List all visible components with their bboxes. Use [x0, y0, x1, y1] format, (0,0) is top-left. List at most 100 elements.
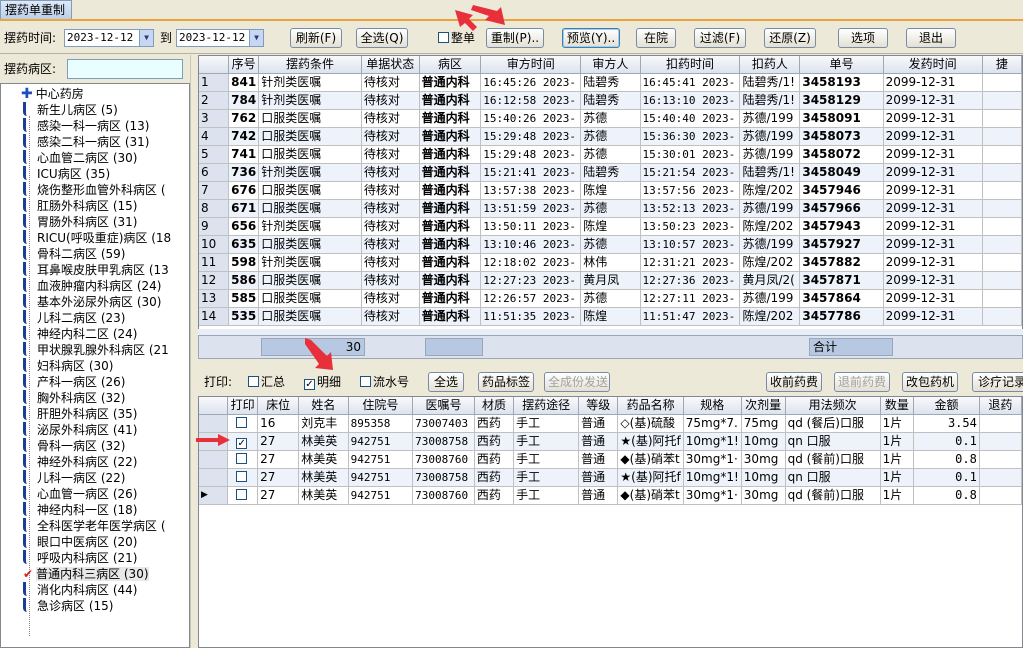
table-cell[interactable]: 2099-12-31 [883, 181, 983, 200]
table-cell[interactable]: 普通内科 [419, 307, 482, 326]
row-number[interactable]: 14 [199, 307, 230, 326]
table-cell[interactable]: 27 [257, 468, 300, 487]
column-header[interactable]: 药品名称 [617, 397, 684, 415]
row-number[interactable]: 13 [199, 289, 230, 308]
table-cell[interactable]: 13:51:59 2023- [480, 199, 582, 218]
table-cell[interactable]: 西药 [474, 450, 515, 469]
column-header[interactable]: 金额 [913, 397, 980, 415]
table-cell[interactable]: 13:57:56 2023- [640, 181, 741, 200]
table-cell[interactable]: 27 [257, 486, 300, 505]
table-row[interactable]: 4 742 口服类医嘱 待核对 普通内科 15:29:48 2023- 苏德 15:36:30… [199, 127, 1022, 146]
table-cell[interactable]: ★(基)阿托f [617, 432, 684, 451]
ward-tree-item[interactable]: RICU(呼吸重症)病区 (18 [23, 230, 171, 246]
table-cell[interactable]: 30mg [741, 450, 786, 469]
row-number[interactable]: 1 [199, 73, 230, 92]
table-cell[interactable]: 1片 [880, 450, 915, 469]
table-cell[interactable]: 15:21:41 2023- [480, 163, 582, 182]
table-cell[interactable]: 针剂类医嘱 [258, 217, 362, 236]
detail-checkbox[interactable]: ✓ 明细 [304, 375, 341, 390]
table-cell[interactable]: 普通 [578, 486, 619, 505]
row-number[interactable]: 6 [199, 163, 230, 182]
row-number[interactable]: 3 [199, 109, 230, 128]
table-cell[interactable]: 942751 [348, 432, 414, 451]
ward-tree-item[interactable]: 儿科二病区 (23) [23, 310, 125, 326]
table-cell[interactable]: 3457946 [799, 181, 884, 200]
table-cell[interactable]: 西药 [474, 414, 515, 433]
table-cell[interactable]: 3457864 [799, 289, 884, 308]
table-cell[interactable]: 待核对 [361, 181, 420, 200]
send-all-button[interactable]: 全成份发送 [544, 372, 610, 392]
ward-tree-item[interactable]: ICU病区 (35) [23, 166, 110, 182]
table-row[interactable]: 1 841 针剂类医嘱 待核对 普通内科 16:45:26 2023- 陆碧秀 16:45:4… [199, 73, 1022, 92]
column-header[interactable]: 发药时间 [883, 56, 983, 74]
row-number[interactable]: 8 [199, 199, 230, 218]
table-cell[interactable]: 3458129 [799, 91, 884, 110]
table-cell[interactable]: 762 [228, 109, 260, 128]
column-header[interactable]: 摆药条件 [258, 56, 362, 74]
table-row[interactable]: 2 784 针剂类医嘱 待核对 普通内科 16:12:58 2023- 陆碧秀 16:13:1… [199, 91, 1022, 110]
table-cell[interactable]: 2099-12-31 [883, 271, 983, 290]
table-cell[interactable]: 3457966 [799, 199, 884, 218]
table-cell[interactable]: 2099-12-31 [883, 199, 983, 218]
table-cell[interactable]: 598 [228, 253, 260, 272]
column-header[interactable]: 用法频次 [785, 397, 881, 415]
print-checkbox-cell[interactable] [227, 486, 259, 505]
table-cell[interactable]: 林美英 [298, 450, 349, 469]
table-cell[interactable]: 3458193 [799, 73, 884, 92]
table-cell[interactable]: 2099-12-31 [883, 217, 983, 236]
table-cell[interactable]: 苏德 [580, 145, 641, 164]
print-checkbox-cell[interactable] [227, 468, 259, 487]
table-cell[interactable]: 待核对 [361, 163, 420, 182]
table-cell[interactable]: 林美英 [298, 432, 349, 451]
row-number[interactable]: 7 [199, 181, 230, 200]
table-cell[interactable]: 林美英 [298, 468, 349, 487]
table-cell[interactable] [982, 253, 1022, 272]
table-cell[interactable]: ★(基)阿托f [617, 468, 684, 487]
refresh-button[interactable]: 刷新(F) [290, 28, 342, 48]
table-cell[interactable]: 陈煌/202 [739, 181, 801, 200]
table-row[interactable]: 13 585 口服类医嘱 待核对 普通内科 12:26:57 2023- 苏德 12:27:1… [199, 289, 1022, 308]
table-row[interactable]: 10 635 口服类医嘱 待核对 普通内科 13:10:46 2023- 苏德 13:10:5… [199, 235, 1022, 254]
table-cell[interactable]: 30mg [741, 486, 786, 505]
table-cell[interactable]: 784 [228, 91, 260, 110]
ward-tree-item[interactable]: 神经内科一区 (18) [23, 502, 137, 518]
table-cell[interactable]: 普通 [578, 432, 619, 451]
table-cell[interactable]: 针剂类医嘱 [258, 73, 362, 92]
column-header[interactable]: 规格 [683, 397, 742, 415]
row-number[interactable]: 4 [199, 127, 230, 146]
table-cell[interactable]: 942751 [348, 450, 414, 469]
table-cell[interactable]: 15:29:48 2023- [480, 145, 582, 164]
table-cell[interactable]: 普通内科 [419, 253, 482, 272]
table-cell[interactable]: 0.8 [913, 486, 980, 505]
row-number[interactable]: 2 [199, 91, 230, 110]
row-number[interactable]: 12 [199, 271, 230, 290]
ward-tree-item[interactable]: 泌尿外科病区 (41) [23, 422, 137, 438]
table-cell[interactable]: 针剂类医嘱 [258, 253, 362, 272]
column-header[interactable]: 材质 [474, 397, 515, 415]
table-cell[interactable]: 普通内科 [419, 145, 482, 164]
exit-button[interactable]: 退出 [906, 28, 956, 48]
table-cell[interactable]: 13:57:38 2023- [480, 181, 582, 200]
table-cell[interactable] [982, 235, 1022, 254]
table-cell[interactable]: 待核对 [361, 307, 420, 326]
table-cell[interactable]: 12:18:02 2023- [480, 253, 582, 272]
table-cell[interactable]: 普通内科 [419, 181, 482, 200]
serial-checkbox[interactable]: 流水号 [360, 375, 409, 389]
table-cell[interactable]: 2099-12-31 [883, 127, 983, 146]
column-header[interactable]: 捷 [982, 56, 1022, 74]
column-header[interactable]: 住院号 [348, 397, 414, 415]
in-hospital-button[interactable]: 在院 [636, 28, 676, 48]
ward-tree-item[interactable]: 全科医学老年医学病区 ( [23, 518, 166, 534]
table-cell[interactable]: 口服类医嘱 [258, 127, 362, 146]
ward-tree-item[interactable]: 胸外科病区 (32) [23, 390, 125, 406]
table-cell[interactable]: 942751 [348, 468, 414, 487]
ward-tree-item[interactable]: 胃肠外科病区 (31) [23, 214, 137, 230]
table-cell[interactable]: qd (餐前)口服 [785, 486, 881, 505]
splitter[interactable] [190, 55, 197, 648]
table-cell[interactable]: 1片 [880, 414, 915, 433]
table-cell[interactable]: 12:26:57 2023- [480, 289, 582, 308]
table-cell[interactable]: 13:50:23 2023- [640, 217, 741, 236]
table-cell[interactable]: 3458072 [799, 145, 884, 164]
ward-search-input[interactable] [67, 59, 183, 79]
column-header[interactable]: 次剂量 [741, 397, 786, 415]
